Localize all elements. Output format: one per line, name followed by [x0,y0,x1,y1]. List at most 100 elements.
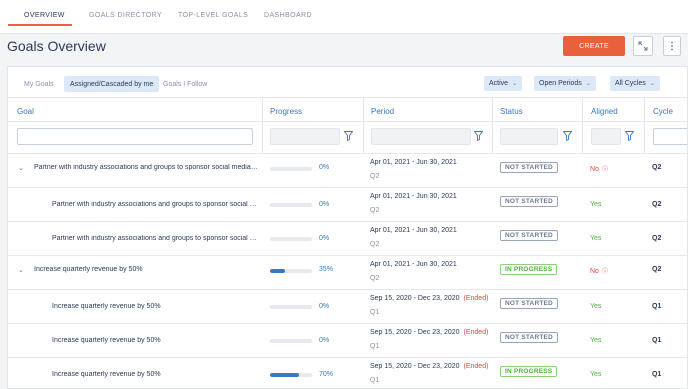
create-button[interactable]: CREATE [563,36,625,56]
chevron-down-icon: ⌄ [585,81,591,87]
period-range: Sep 15, 2020 - Dec 23, 2020 (Ended) [370,329,488,336]
subtab-goals-i-follow[interactable]: Goals I Follow [157,76,213,92]
table-row[interactable]: Partner with industry associations and g… [8,221,687,255]
period-quarter: Q1 [370,343,380,350]
progress-filter-input[interactable] [270,128,340,145]
aligned-value: Yes [590,235,602,242]
ended-tag: (Ended) [463,363,489,370]
cycle-filter-input[interactable] [653,128,687,145]
page-title: Goals Overview [7,38,106,54]
period-dates: Apr 01, 2021 - Jun 30, 2021 [370,193,457,200]
filter-funnel-icon[interactable] [473,131,484,142]
filter-active[interactable]: Active ⌄ [484,76,523,91]
table-row[interactable]: ⌄ Partner with industry associations and… [8,153,687,187]
table-row[interactable]: Increase quarterly revenue by 50% 0% Sep… [8,289,687,323]
period-dates: Apr 01, 2021 - Jun 30, 2021 [370,261,457,268]
period-quarter: Q2 [370,207,380,214]
filter-open-periods[interactable]: Open Periods ⌄ [534,76,596,91]
expand-arrows-icon [638,41,648,51]
column-header-cycle[interactable]: Cycle [653,107,673,116]
goal-title[interactable]: Increase quarterly revenue by 50% [52,303,258,310]
aligned-value: No ⓘ [590,266,608,275]
status-filter-input[interactable] [500,128,558,145]
expand-icon[interactable] [633,36,653,56]
cycle-value: Q1 [652,303,662,310]
chevron-down-icon: ⌄ [512,81,518,87]
status-badge: IN PROGRESS [500,264,558,275]
status-badge: NOT STARTED [500,298,558,309]
column-divider [363,97,364,154]
more-options-icon[interactable] [663,36,681,56]
status-badge: NOT STARTED [500,332,558,343]
status-badge: NOT STARTED [500,162,558,173]
ended-tag: (Ended) [463,329,489,336]
column-header-status[interactable]: Status [500,107,523,116]
kebab-icon [671,41,673,51]
chevron-down-icon[interactable]: ⌄ [18,266,24,274]
progress-bar [270,305,312,309]
table-row[interactable]: Increase quarterly revenue by 50% 70% Se… [8,357,687,388]
subtab-assigned-cascaded[interactable]: Assigned/Cascaded by me [64,76,160,92]
filter-funnel-icon[interactable] [343,131,354,142]
progress-percent: 0% [319,337,330,344]
table-row[interactable]: ⌄ Increase quarterly revenue by 50% 35% … [8,255,687,289]
period-filter-input[interactable] [371,128,471,145]
progress-percent: 0% [319,201,330,208]
column-divider [262,97,263,154]
goal-filter-input[interactable] [17,128,253,145]
column-header-period[interactable]: Period [371,107,394,116]
tab-dashboard[interactable]: DASHBOARD [264,12,312,19]
cycle-value: Q1 [652,337,662,344]
period-range: Sep 15, 2020 - Dec 23, 2020 (Ended) [370,295,488,302]
progress-percent: 35% [319,266,334,273]
column-header-aligned[interactable]: Aligned [591,107,618,116]
period-quarter: Q1 [370,377,380,384]
table-row[interactable]: Increase quarterly revenue by 50% 0% Sep… [8,323,687,357]
progress-fill [270,373,300,377]
chevron-down-icon: ⌄ [649,81,655,87]
goal-title[interactable]: Increase quarterly revenue by 50% [52,371,258,378]
period-dates: Sep 15, 2020 - Dec 23, 2020 [370,295,460,302]
tab-goals-directory[interactable]: GOALS DIRECTORY [89,12,162,19]
column-header-goal[interactable]: Goal [17,107,34,116]
goal-title[interactable]: Increase quarterly revenue by 50% [52,337,258,344]
tab-overview[interactable]: OVERVIEW [24,12,65,19]
progress-bar [270,203,312,207]
divider [8,97,687,98]
column-divider [492,97,493,154]
aligned-value: Yes [590,371,602,378]
progress-percent: 0% [319,164,330,171]
period-dates: Sep 15, 2020 - Dec 23, 2020 [370,363,460,370]
divider [8,121,687,122]
info-icon[interactable]: ⓘ [602,269,608,275]
period-quarter: Q1 [370,309,380,316]
progress-percent: 0% [319,303,330,310]
aligned-value: Yes [590,201,602,208]
goal-title[interactable]: Increase quarterly revenue by 50% [34,266,259,273]
aligned-label: No [590,166,599,173]
period-dates: Apr 01, 2021 - Jun 30, 2021 [370,159,457,166]
chevron-down-icon[interactable]: ⌄ [18,164,24,172]
tab-top-level-goals[interactable]: TOP-LEVEL GOALS [178,12,248,19]
table-row[interactable]: Partner with industry associations and g… [8,187,687,221]
status-badge: NOT STARTED [500,196,558,207]
filter-funnel-icon[interactable] [624,131,635,142]
period-quarter: Q2 [370,173,380,180]
filter-all-cycles-label: All Cycles [615,80,646,87]
period-quarter: Q2 [370,241,380,248]
column-header-progress[interactable]: Progress [270,107,302,116]
filter-open-periods-label: Open Periods [539,80,582,87]
cycle-value: Q1 [652,371,662,378]
column-divider [644,97,645,154]
filter-funnel-icon[interactable] [562,131,573,142]
subtab-my-goals[interactable]: My Goals [18,76,60,92]
info-icon[interactable]: ⓘ [602,167,608,173]
aligned-filter-input[interactable] [591,128,621,145]
cycle-value: Q2 [652,266,662,273]
goal-title[interactable]: Partner with industry associations and g… [52,235,258,242]
goal-title[interactable]: Partner with industry associations and g… [34,164,259,171]
aligned-value: Yes [590,337,602,344]
goal-title[interactable]: Partner with industry associations and g… [52,201,258,208]
filter-all-cycles[interactable]: All Cycles ⌄ [610,76,660,91]
progress-bar [270,269,312,273]
